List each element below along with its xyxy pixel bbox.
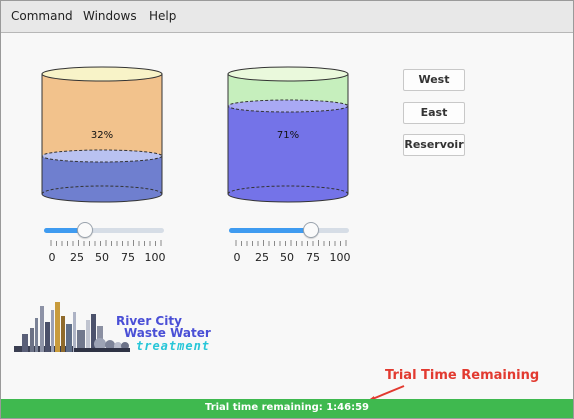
menu-windows[interactable]: Windows xyxy=(83,9,137,23)
west-level-slider[interactable] xyxy=(44,222,164,238)
east-tick-label: 75 xyxy=(306,251,320,264)
east-tank: 71% xyxy=(227,66,349,206)
west-slider-tick-labels: 0 25 50 75 100 xyxy=(44,251,168,264)
west-tank-empty-section xyxy=(41,73,163,157)
trial-time-remaining-text: Trial time remaining: 1:46:59 xyxy=(204,402,370,413)
logo-text-waste-water: Waste Water xyxy=(124,326,211,340)
east-slider-thumb[interactable] xyxy=(302,222,319,238)
status-bar: Trial time remaining: 1:46:59 xyxy=(1,399,573,418)
reservoir-button[interactable]: Reservoir xyxy=(403,134,465,156)
west-tank-liquid-surface xyxy=(41,149,163,163)
east-tick-label: 0 xyxy=(233,251,241,264)
east-slider-ticks xyxy=(235,240,347,246)
east-slider-fill xyxy=(229,228,311,233)
west-tick-label: 75 xyxy=(121,251,135,264)
west-tank: 32% xyxy=(41,66,163,206)
river-city-logo: River City Waste Water treatment xyxy=(14,300,214,358)
east-button[interactable]: East xyxy=(403,102,465,124)
west-tank-rim xyxy=(41,66,163,82)
menu-bar: Command Windows Help xyxy=(1,1,573,33)
west-tick-label: 0 xyxy=(48,251,56,264)
west-tank-percent: 32% xyxy=(90,130,114,141)
menu-command[interactable]: Command xyxy=(11,9,73,23)
east-slider-tick-labels: 0 25 50 75 100 xyxy=(229,251,353,264)
east-tank-percent: 71% xyxy=(276,130,300,141)
west-tick-label: 25 xyxy=(70,251,84,264)
east-level-slider[interactable] xyxy=(229,222,349,238)
east-tick-label: 25 xyxy=(255,251,269,264)
logo-text-treatment: treatment xyxy=(136,339,211,353)
east-tick-label: 50 xyxy=(280,251,294,264)
east-tank-rim xyxy=(227,66,349,82)
west-tick-label: 100 xyxy=(144,251,166,264)
east-tank-liquid xyxy=(227,105,349,203)
west-tank-liquid xyxy=(41,155,163,203)
west-tick-label: 50 xyxy=(95,251,109,264)
menu-help[interactable]: Help xyxy=(149,9,176,23)
east-tick-label: 100 xyxy=(329,251,351,264)
west-slider-thumb[interactable] xyxy=(77,222,94,238)
east-tank-liquid-surface xyxy=(227,99,349,113)
trial-time-annotation: Trial Time Remaining xyxy=(385,368,540,383)
west-button[interactable]: West xyxy=(403,69,465,91)
west-slider-ticks xyxy=(50,240,162,246)
